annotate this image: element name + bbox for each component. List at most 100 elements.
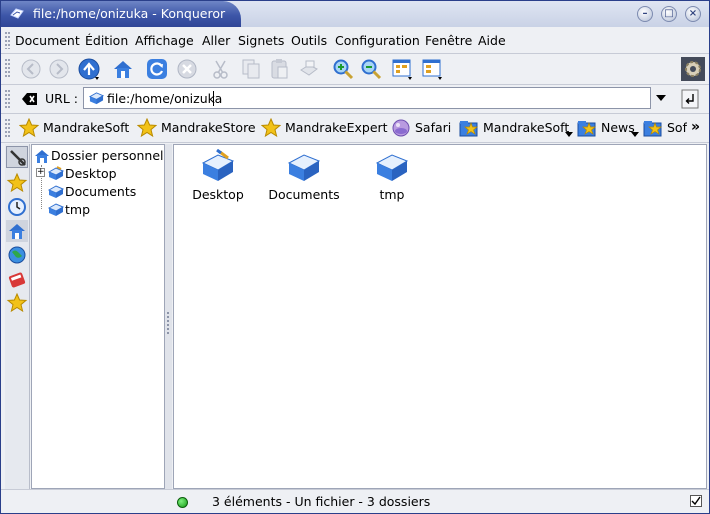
reload-icon[interactable] [145, 57, 169, 81]
star-icon [19, 118, 39, 138]
star-icon [261, 118, 281, 138]
paste-icon[interactable] [267, 57, 291, 81]
bookmark-folder-icon [459, 121, 478, 137]
cut-icon[interactable] [209, 57, 233, 81]
active-view-indicator-icon[interactable] [177, 497, 188, 508]
sidebar-config-tab[interactable] [6, 146, 28, 168]
chevron-down-icon[interactable] [655, 93, 667, 103]
print-icon[interactable] [297, 57, 321, 81]
star-icon [137, 118, 157, 138]
bookmarks-overflow-button[interactable]: » [691, 119, 700, 135]
safari-icon [392, 119, 410, 137]
copy-icon[interactable] [239, 57, 263, 81]
folder-icon [48, 185, 64, 198]
maximize-button[interactable]: □ [661, 6, 677, 22]
tree-item-label: tmp [65, 202, 91, 217]
bookmark-folder-sof[interactable]: Sof [643, 118, 687, 138]
go-icon[interactable] [681, 89, 699, 109]
sidebar-tabs [5, 144, 30, 489]
menu-configuration[interactable]: Configuration [335, 33, 420, 48]
zoom-out-icon[interactable] [359, 57, 383, 81]
expand-icon[interactable]: + [36, 168, 45, 177]
star-icon [6, 172, 28, 193]
konqueror-window: file:/home/onizuka - Konqueror – □ × Doc… [0, 0, 710, 514]
bookmark-toolbar: MandrakeSoft MandrakeStore MandrakeExper… [1, 114, 709, 143]
url-label: URL : [45, 91, 78, 106]
folder-icon [287, 154, 321, 181]
file-item-tmp[interactable]: tmp [352, 149, 432, 202]
url-input[interactable]: file:/home/onizuka [83, 87, 651, 109]
directory-tree: Dossier personnel + Desktop Documents tm… [31, 144, 165, 489]
sidebar-favorites-tab[interactable] [6, 292, 28, 314]
folder-icon [375, 154, 409, 181]
file-item-label: Documents [268, 187, 340, 202]
tree-item-label: Documents [65, 184, 137, 199]
stop-icon[interactable] [175, 57, 199, 81]
location-toolbar: URL : file:/home/onizuka [1, 85, 709, 114]
tree-root-label: Dossier personnel [51, 148, 164, 163]
bookmark-mandrakestore[interactable]: MandrakeStore [137, 118, 259, 138]
window-title: file:/home/onizuka - Konqueror [33, 6, 226, 21]
clock-icon [8, 198, 26, 216]
bookmark-folder-news[interactable]: News [577, 118, 639, 138]
sidebar-services-tab[interactable] [6, 268, 28, 290]
toolbar-grip[interactable] [5, 59, 11, 79]
menu-edition[interactable]: Édition [85, 33, 128, 48]
forward-icon[interactable] [47, 57, 71, 81]
menu-bar: Document Édition Affichage Aller Signets… [1, 28, 709, 54]
menu-affichage[interactable]: Affichage [135, 33, 194, 48]
home-icon [9, 224, 25, 239]
desktop-folder-icon [48, 166, 64, 180]
tree-view-icon[interactable] [420, 57, 444, 81]
bookmark-mandrakesoft[interactable]: MandrakeSoft [19, 118, 133, 138]
file-item-label: Desktop [192, 187, 244, 202]
menu-document[interactable]: Document [15, 33, 80, 48]
minimize-button[interactable]: – [637, 6, 653, 22]
sidebar-home-tab[interactable] [6, 220, 28, 242]
menu-aller[interactable]: Aller [202, 33, 230, 48]
close-button[interactable]: × [685, 6, 701, 22]
text-cursor [213, 91, 214, 106]
desktop-folder-icon [201, 149, 235, 181]
submenu-arrow-icon [631, 132, 639, 137]
bookmark-folder-icon [643, 121, 662, 137]
clear-location-icon[interactable] [22, 92, 38, 106]
up-icon[interactable] [77, 57, 101, 81]
file-item-desktop[interactable]: Desktop [178, 149, 258, 202]
menu-aide[interactable]: Aide [478, 33, 506, 48]
star-icon [6, 292, 28, 313]
tree-item-label: Desktop [65, 166, 117, 181]
services-icon [8, 272, 26, 288]
icon-view-icon[interactable] [390, 57, 414, 81]
bookmark-safari[interactable]: Safari [391, 118, 455, 138]
submenu-arrow-icon [565, 132, 573, 137]
location-grip[interactable] [5, 90, 11, 108]
file-item-documents[interactable]: Documents [264, 149, 344, 202]
panel-splitter[interactable] [165, 144, 172, 489]
wrench-icon [10, 150, 26, 166]
home-icon [35, 150, 49, 163]
folder-icon [48, 203, 64, 216]
status-text: 3 éléments - Un fichier - 3 dossiers [212, 494, 431, 509]
sidebar-history-tab[interactable] [6, 196, 28, 218]
menu-outils[interactable]: Outils [291, 33, 327, 48]
sidebar-network-tab[interactable] [6, 244, 28, 266]
bookmark-folder-icon [577, 121, 596, 137]
status-bar: 3 éléments - Un fichier - 3 dossiers [1, 489, 709, 513]
menu-signets[interactable]: Signets [238, 33, 284, 48]
home-icon[interactable] [111, 57, 135, 81]
menubar-grip[interactable] [5, 32, 11, 49]
konqueror-gear-icon[interactable] [681, 57, 705, 81]
zoom-in-icon[interactable] [331, 57, 355, 81]
bookmark-folder-mandrakesoft[interactable]: MandrakeSoft [459, 118, 573, 138]
title-bar[interactable]: file:/home/onizuka - Konqueror – □ × [1, 1, 709, 27]
link-view-checkbox-icon[interactable] [690, 495, 702, 507]
back-icon[interactable] [19, 57, 43, 81]
folder-icon [89, 92, 104, 105]
bookmark-grip[interactable] [5, 119, 11, 137]
konqueror-app-icon[interactable] [9, 6, 25, 22]
sidebar-bookmarks-tab[interactable] [6, 172, 28, 194]
bookmark-mandrakeexpert[interactable]: MandrakeExpert [261, 118, 388, 138]
globe-icon [8, 246, 26, 264]
menu-fenetre[interactable]: Fenêtre [425, 33, 472, 48]
